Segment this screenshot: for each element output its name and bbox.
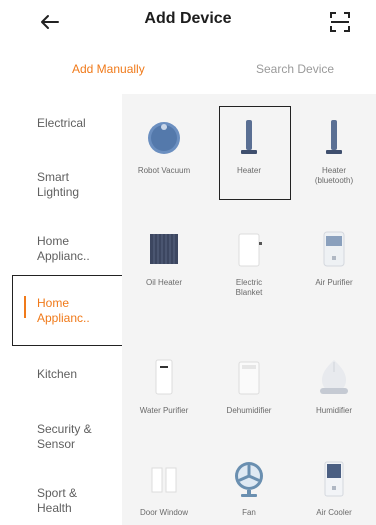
device-label: Door Window xyxy=(139,508,188,517)
device-label: Water Purifier xyxy=(139,406,189,415)
device-label: Oil Heater xyxy=(145,278,182,287)
device-dehumidifier[interactable]: Dehumidifier xyxy=(207,344,291,434)
device-label: Electric Blanket xyxy=(235,278,263,297)
device-label: Dehumidifier xyxy=(226,406,272,415)
robot-vacuum-icon xyxy=(144,116,184,158)
sidebar-item-label: Kitchen xyxy=(37,367,78,381)
page-title: Add Device xyxy=(144,10,232,27)
sidebar-item-home-appliances[interactable]: Home Applianc.. xyxy=(37,234,117,264)
device-air-cooler[interactable]: Air Cooler xyxy=(292,446,376,525)
device-label: Robot Vacuum xyxy=(137,166,191,175)
sidebar-item-label: Security & Sensor xyxy=(37,422,92,451)
device-fan[interactable]: Fan xyxy=(207,446,291,525)
sidebar-item-label: Smart Lighting xyxy=(37,170,80,199)
electric-blanket-icon xyxy=(229,228,269,270)
device-electric-blanket[interactable]: Electric Blanket xyxy=(207,216,291,306)
door-window-icon xyxy=(144,458,184,500)
device-heater-bluetooth[interactable]: Heater (bluetooth) xyxy=(292,104,376,194)
tab-add-manually[interactable]: Add Manually xyxy=(72,62,145,76)
dehumidifier-icon xyxy=(229,356,269,398)
tab-bar: Add Manually Search Device xyxy=(0,54,376,88)
device-label: Air Cooler xyxy=(316,508,352,517)
sidebar-item-sport-health[interactable]: Sport & Health xyxy=(37,486,117,516)
device-humidifier[interactable]: Humidifier xyxy=(292,344,376,434)
tab-search-device[interactable]: Search Device xyxy=(256,62,334,76)
sidebar-item-electrical[interactable]: Electrical xyxy=(37,116,117,131)
sidebar-item-label: Electrical xyxy=(37,116,86,130)
heater-icon xyxy=(314,116,354,158)
device-door-window[interactable]: Door Window xyxy=(122,446,206,525)
device-label: Heater (bluetooth) xyxy=(314,166,354,185)
device-water-purifier[interactable]: Water Purifier xyxy=(122,344,206,434)
oil-heater-icon xyxy=(144,228,184,270)
fan-icon xyxy=(229,458,269,500)
device-air-purifier[interactable]: Air Purifier xyxy=(292,216,376,306)
sidebar-item-smart-lighting[interactable]: Smart Lighting xyxy=(37,170,117,200)
highlight-frame xyxy=(12,275,130,346)
sidebar-item-label: Sport & Health xyxy=(37,486,78,515)
device-oil-heater[interactable]: Oil Heater xyxy=(122,216,206,306)
device-label: Fan xyxy=(242,508,256,517)
device-robot-vacuum[interactable]: Robot Vacuum xyxy=(122,104,206,194)
humidifier-icon xyxy=(314,356,354,398)
scan-icon[interactable] xyxy=(326,8,354,36)
device-label: Humidifier xyxy=(315,406,352,415)
water-purifier-icon xyxy=(144,356,184,398)
selected-device-frame xyxy=(219,106,291,200)
air-purifier-icon xyxy=(314,228,354,270)
sidebar-item-security-sensor[interactable]: Security & Sensor xyxy=(37,422,117,452)
sidebar-item-kitchen[interactable]: Kitchen xyxy=(37,367,117,382)
sidebar-item-label: Home Applianc.. xyxy=(37,234,90,263)
header-bar: Add Device xyxy=(0,0,376,44)
air-cooler-icon xyxy=(314,458,354,500)
device-label: Air Purifier xyxy=(315,278,353,287)
